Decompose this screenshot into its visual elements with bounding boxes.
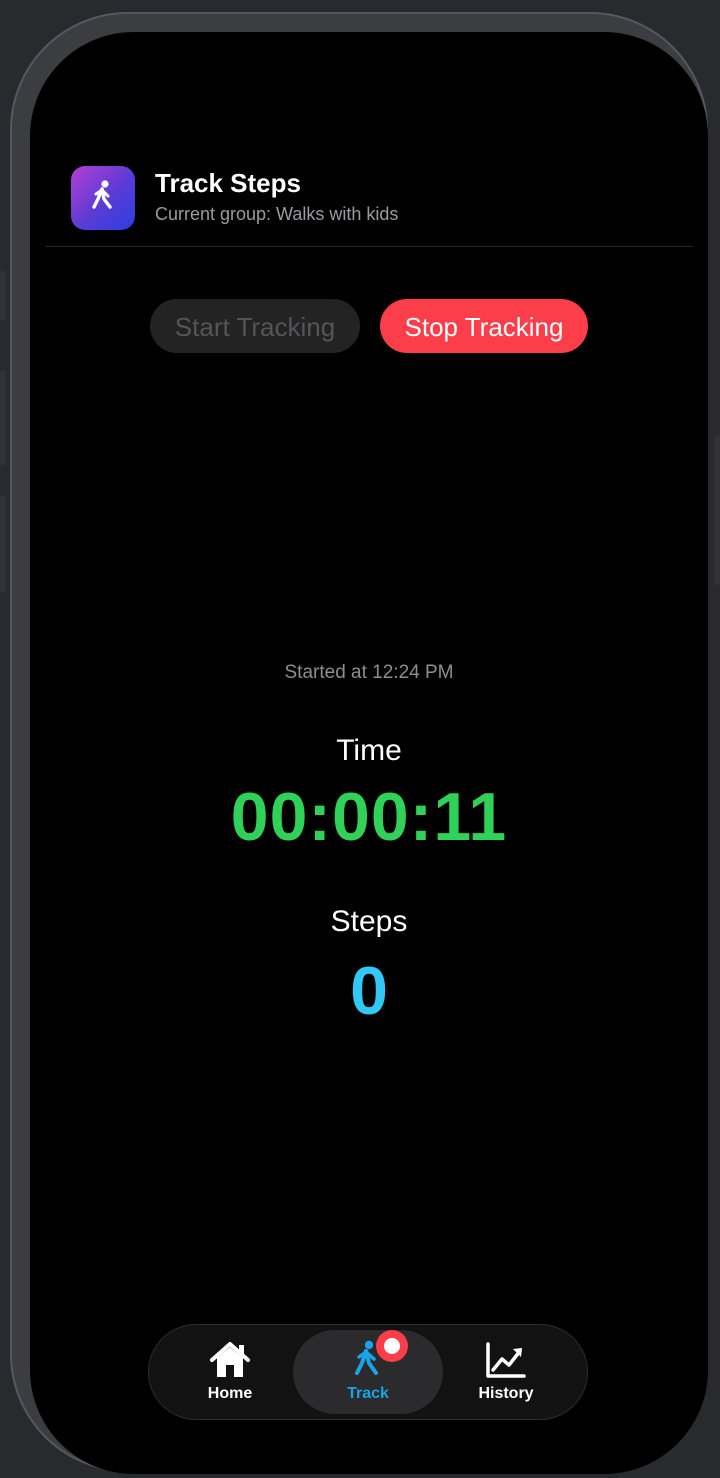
started-at-text: Started at 12:24 PM	[284, 662, 454, 683]
screen: Track Steps Current group: Walks with ki…	[30, 32, 708, 1474]
tab-track[interactable]: Track	[293, 1330, 443, 1414]
house-icon	[210, 1342, 250, 1377]
tab-home[interactable]: Home	[155, 1330, 305, 1414]
tab-history[interactable]: History	[431, 1330, 581, 1414]
time-label: Time	[336, 734, 402, 767]
elapsed-time: 00:00:11	[230, 779, 508, 855]
device-side-button	[0, 270, 6, 320]
device-frame: Track Steps Current group: Walks with ki…	[10, 12, 708, 1474]
page-title: Track Steps	[155, 168, 301, 198]
tab-label: History	[478, 1385, 534, 1402]
tab-label: Home	[207, 1385, 253, 1402]
walking-figure-icon	[92, 180, 112, 209]
device-volume-down	[0, 496, 6, 592]
tab-label: Track	[347, 1385, 389, 1402]
tab-bar: Home Track History	[148, 1324, 588, 1420]
current-group: Current group: Walks with kids	[155, 204, 399, 224]
step-count: 0	[350, 953, 388, 1029]
start-tracking-button[interactable]: Start Tracking	[150, 299, 360, 353]
steps-label: Steps	[330, 905, 408, 938]
chart-line-up-icon	[486, 1342, 526, 1378]
app-icon	[71, 166, 135, 230]
device-volume-up	[0, 370, 6, 466]
app-header: Track Steps Current group: Walks with ki…	[45, 164, 693, 247]
device-power-button	[714, 435, 720, 585]
recording-badge	[376, 1330, 408, 1362]
stop-tracking-button[interactable]: Stop Tracking	[380, 299, 588, 353]
